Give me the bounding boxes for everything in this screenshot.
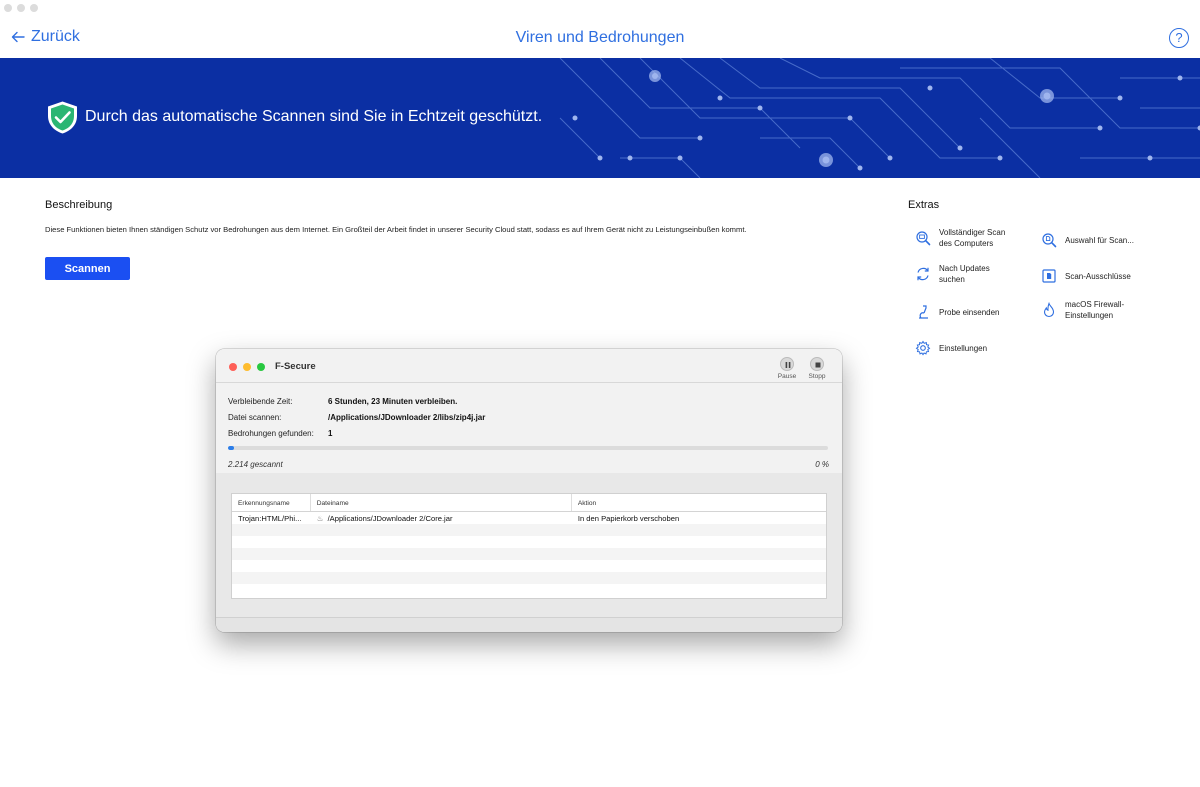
zoom-window-button[interactable] [30,4,38,12]
pause-button[interactable]: Pause [772,357,802,380]
select-scan-link[interactable]: Auswahl für Scan... [1041,232,1134,248]
threats-table: Erkennungsname Dateiname Aktion Trojan:H… [231,493,827,599]
stop-button[interactable]: Stopp [802,357,832,380]
column-header-action[interactable]: Aktion [572,494,826,511]
magnifier-file-icon [1041,232,1057,248]
threats-found-label: Bedrohungen gefunden: [228,429,314,438]
description-text: Diese Funktionen bieten Ihnen ständigen … [45,225,747,234]
pause-icon [780,357,794,371]
scan-button[interactable]: Scannen [45,257,130,280]
extra-label: Nach Updates [939,264,990,273]
minimize-window-button[interactable] [17,4,25,12]
scan-progress-dialog: F-Secure Pause Stopp Verbleibende Zeit: … [216,349,842,632]
settings-link[interactable]: Einstellungen [915,340,987,356]
table-row-empty [232,560,826,572]
shield-check-icon [48,101,77,134]
gear-icon [915,340,931,356]
current-file-label: Datei scannen: [228,413,282,422]
extra-label: Vollständiger Scan [939,228,1006,237]
stop-icon [810,357,824,371]
app-window: Zurück Viren und Bedrohungen ? Durch das… [0,0,1200,787]
extra-label: Auswahl für Scan... [1065,235,1134,245]
scan-progress-fill [228,446,234,450]
scan-percent: 0 % [815,460,829,469]
refresh-icon [915,266,931,282]
extras-heading: Extras [908,199,940,211]
excluded-file-icon [1041,268,1057,284]
extra-label: macOS Firewall- [1065,300,1125,309]
extra-label: suchen [939,275,965,284]
table-row-empty [232,548,826,560]
close-window-button[interactable] [4,4,12,12]
scan-progress-bar [228,446,828,450]
table-row-empty [232,536,826,548]
current-file-value: /Applications/JDownloader 2/libs/zip4j.j… [328,413,486,422]
dialog-divider [216,382,842,383]
status-banner: Durch das automatische Scannen sind Sie … [0,58,1200,178]
archive-file-icon: ♨ [316,513,324,523]
description-heading: Beschreibung [45,199,113,211]
table-row[interactable]: Trojan:HTML/Phi... ♨/Applications/JDownl… [232,512,826,524]
table-row-empty [232,584,826,596]
pause-label: Pause [777,373,797,380]
table-row-empty [232,572,826,584]
remaining-time-value: 6 Stunden, 23 Minuten verbleiben. [328,397,458,406]
extra-label: des Computers [939,239,994,248]
scanned-count: 2.214 gescannt [228,460,283,469]
check-updates-link[interactable]: Nach Updates suchen [915,263,990,285]
extra-label: Probe einsenden [939,307,1000,317]
dialog-close-button[interactable] [229,363,237,371]
dialog-title: F-Secure [275,361,316,372]
action-cell: In den Papierkorb verschoben [577,513,680,523]
extra-label: Einstellungen [939,343,988,353]
magnifier-computer-icon [915,230,931,246]
file-name-cell: ♨/Applications/JDownloader 2/Core.jar [311,514,572,523]
full-scan-link[interactable]: Vollständiger Scan des Computers [915,227,1005,249]
flame-icon [1041,301,1057,318]
scan-exclusions-link[interactable]: Scan-Ausschlüsse [1041,268,1131,284]
dialog-zoom-button[interactable] [257,363,265,371]
table-header: Erkennungsname Dateiname Aktion [232,494,826,512]
table-row-empty [232,524,826,536]
window-controls [4,4,38,12]
dialog-window-controls [229,363,265,371]
remaining-time-label: Verbleibende Zeit: [228,397,293,406]
extra-label: Einstellungen [1065,311,1114,320]
dialog-minimize-button[interactable] [243,363,251,371]
column-header-detection-name[interactable]: Erkennungsname [232,494,311,511]
column-header-file-name[interactable]: Dateiname [311,494,572,511]
detection-name-cell: Trojan:HTML/Phi... [238,513,302,523]
dialog-footer [216,617,842,632]
submit-sample-link[interactable]: Probe einsenden [915,304,1000,320]
microscope-icon [915,304,931,320]
file-name-text: /Applications/JDownloader 2/Core.jar [327,513,453,523]
stop-label: Stopp [808,373,826,380]
help-button[interactable]: ? [1169,28,1189,48]
extra-label: Scan-Ausschlüsse [1065,271,1131,281]
page-title: Viren und Bedrohungen [515,29,685,46]
protection-status-text: Durch das automatische Scannen sind Sie … [85,108,543,125]
threats-found-value: 1 [328,429,333,438]
help-icon: ? [1175,30,1183,45]
firewall-settings-link[interactable]: macOS Firewall- Einstellungen [1041,299,1124,321]
